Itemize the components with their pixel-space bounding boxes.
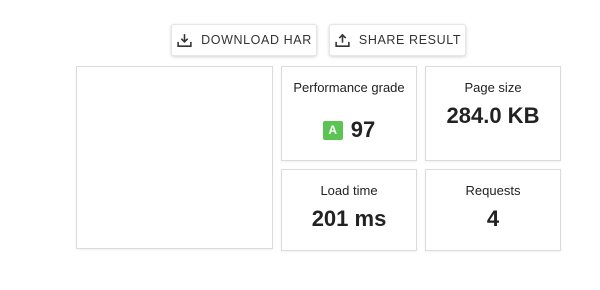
- download-har-label: DOWNLOAD HAR: [201, 33, 312, 47]
- performance-grade-row: A 97: [282, 117, 416, 143]
- page-size-value: 284.0 KB: [446, 103, 540, 128]
- page-size-card: Page size 284.0 KB: [425, 66, 561, 161]
- performance-grade-card: Performance grade A 97: [281, 66, 417, 161]
- share-result-button[interactable]: SHARE RESULT: [329, 24, 466, 56]
- download-icon: [177, 33, 192, 47]
- page-screenshot-preview: [76, 66, 273, 249]
- performance-grade-label: Performance grade: [293, 80, 405, 95]
- grade-badge: A: [322, 120, 343, 140]
- requests-card: Requests 4: [425, 169, 561, 251]
- share-result-label: SHARE RESULT: [358, 33, 462, 47]
- share-icon: [335, 33, 350, 47]
- performance-score: 97: [350, 117, 376, 142]
- requests-value: 4: [486, 206, 500, 231]
- load-time-label: Load time: [320, 183, 378, 198]
- download-har-button[interactable]: DOWNLOAD HAR: [171, 24, 317, 56]
- requests-label: Requests: [465, 183, 521, 198]
- load-time-value: 201 ms: [311, 206, 387, 231]
- load-time-card: Load time 201 ms: [281, 169, 417, 251]
- page-size-label: Page size: [464, 80, 522, 95]
